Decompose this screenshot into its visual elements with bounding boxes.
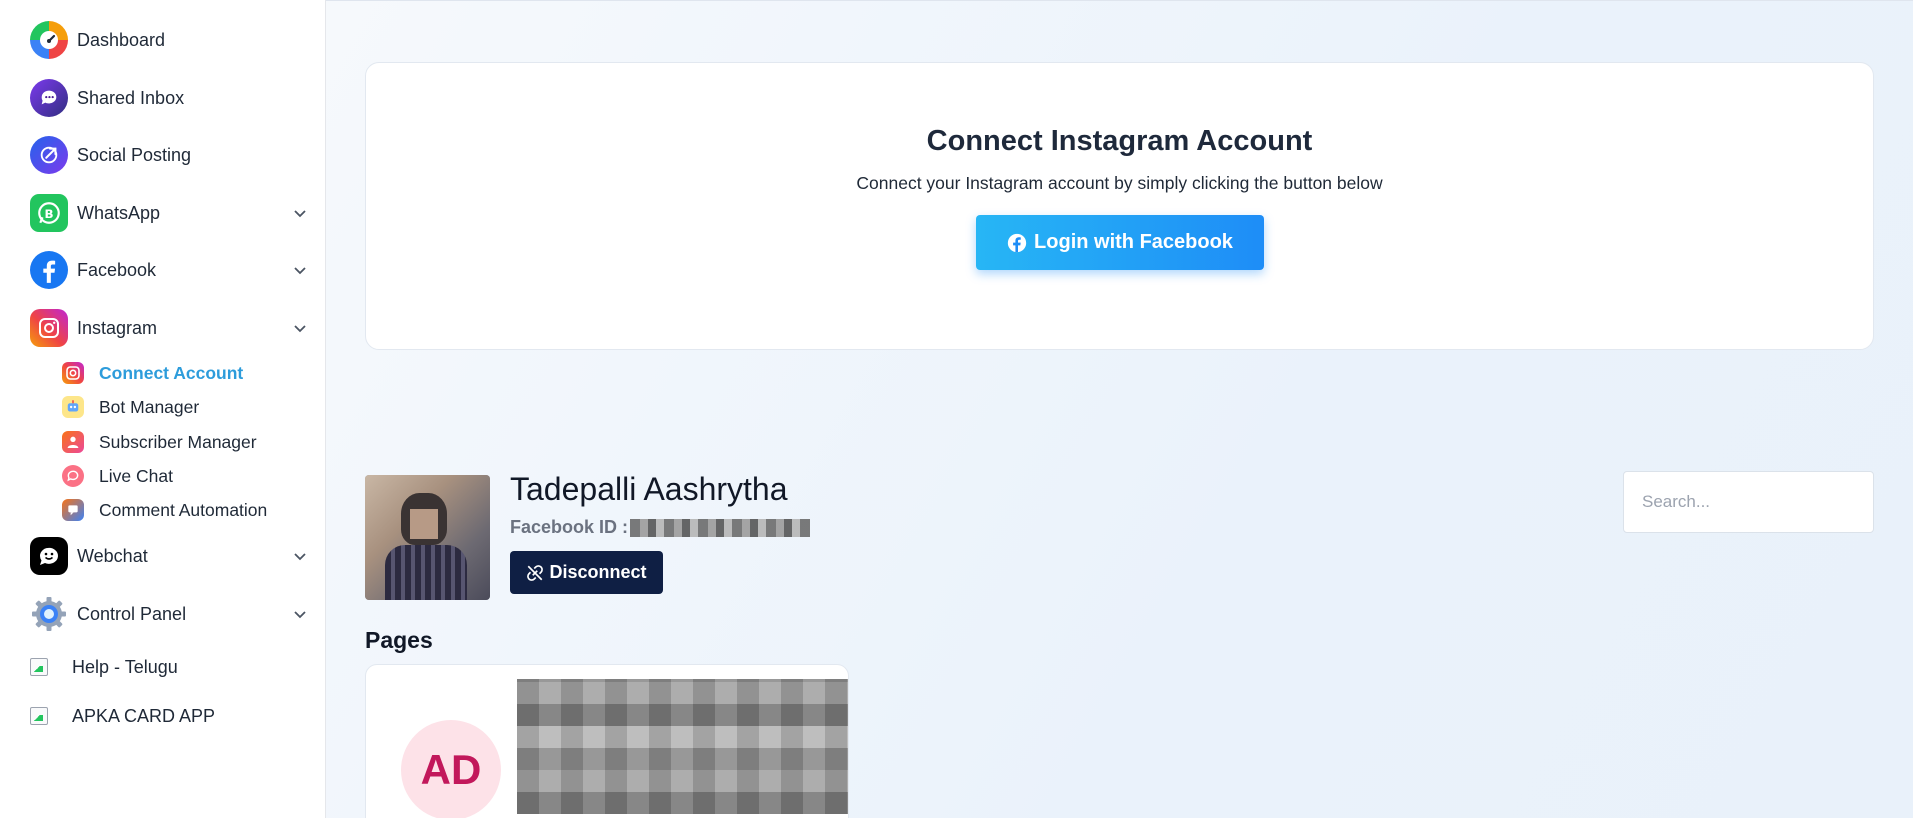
chevron-down-icon[interactable]	[292, 548, 308, 564]
instagram-icon	[30, 309, 68, 347]
sidebar-item-label: Social Posting	[77, 144, 192, 165]
submenu-item-label: Connect Account	[99, 362, 244, 383]
sidebar-item-instagram[interactable]: Instagram	[30, 308, 312, 348]
connect-account-card: Connect Instagram Account Connect your I…	[365, 62, 1874, 350]
sidebar-link-apka-card-app[interactable]: APKA CARD APP	[30, 701, 215, 731]
chevron-down-icon[interactable]	[292, 320, 308, 336]
submenu-item-label: Comment Automation	[99, 499, 268, 520]
sidebar-link-label: Help - Telugu	[72, 656, 178, 677]
sidebar-item-label: WhatsApp	[77, 202, 161, 223]
facebook-icon	[1007, 233, 1027, 253]
login-with-facebook-label: Login with Facebook	[1034, 231, 1233, 253]
facebook-id-redacted	[630, 518, 811, 537]
submenu-item-live-chat[interactable]: Live Chat	[62, 461, 173, 491]
profile-avatar	[365, 475, 490, 600]
whatsapp-icon: B	[30, 194, 68, 232]
connect-title: Connect Instagram Account	[926, 125, 1313, 157]
facebook-id: Facebook ID :	[510, 517, 811, 538]
submenu-item-subscriber-manager[interactable]: Subscriber Manager	[62, 427, 257, 457]
chevron-down-icon[interactable]	[292, 606, 308, 622]
sidebar-item-dashboard[interactable]: Dashboard	[30, 20, 312, 60]
submenu-item-label: Bot Manager	[99, 396, 200, 417]
send-icon	[30, 136, 68, 174]
page-details-redacted	[517, 679, 848, 814]
sidebar-item-webchat[interactable]: Webchat	[30, 536, 312, 576]
sidebar-item-label: Shared Inbox	[77, 87, 185, 108]
chat-bubble-icon	[62, 465, 84, 487]
robot-icon	[62, 396, 84, 418]
sidebar-item-label: Control Panel	[77, 603, 187, 624]
submenu-item-bot-manager[interactable]: Bot Manager	[62, 392, 199, 422]
search-input[interactable]	[1623, 471, 1874, 533]
subscriber-icon	[62, 431, 84, 453]
facebook-icon	[30, 251, 68, 289]
sidebar-item-label: Facebook	[77, 259, 157, 280]
profile-name: Tadepalli Aashrytha	[510, 471, 788, 507]
page-card[interactable]: AD	[365, 664, 849, 818]
chevron-down-icon[interactable]	[292, 205, 308, 221]
sidebar-item-shared-inbox[interactable]: Shared Inbox	[30, 78, 312, 118]
sidebar-item-label: Webchat	[77, 545, 148, 566]
unlink-icon	[526, 564, 544, 582]
chevron-down-icon[interactable]	[292, 262, 308, 278]
submenu-item-comment-automation[interactable]: Comment Automation	[62, 495, 267, 525]
page-avatar: AD	[401, 720, 501, 818]
chat-bubble-icon	[30, 79, 68, 117]
instagram-icon	[62, 362, 84, 384]
sidebar-item-label: Instagram	[77, 317, 158, 338]
pages-heading: Pages	[365, 627, 433, 653]
sidebar: Dashboard Shared Inbox Social Posting B …	[0, 0, 326, 818]
sidebar-link-help-telugu[interactable]: Help - Telugu	[30, 652, 178, 682]
broken-image-icon	[30, 707, 48, 725]
sidebar-link-label: APKA CARD APP	[72, 705, 216, 726]
login-with-facebook-button[interactable]: Login with Facebook	[976, 215, 1264, 270]
main-content: Connect Instagram Account Connect your I…	[326, 0, 1913, 818]
sidebar-item-facebook[interactable]: Facebook	[30, 250, 312, 290]
submenu-item-connect-account[interactable]: Connect Account	[62, 358, 243, 388]
svg-text:B: B	[44, 207, 53, 221]
submenu-item-label: Live Chat	[99, 465, 173, 486]
comment-automation-icon	[62, 499, 84, 521]
sidebar-item-control-panel[interactable]: Control Panel	[30, 594, 312, 634]
connect-subtitle: Connect your Instagram account by simply…	[856, 173, 1383, 193]
sidebar-item-social-posting[interactable]: Social Posting	[30, 135, 312, 175]
speedometer-icon	[30, 21, 68, 59]
disconnect-button[interactable]: Disconnect	[510, 551, 663, 594]
sidebar-item-whatsapp[interactable]: B WhatsApp	[30, 193, 312, 233]
sidebar-item-label: Dashboard	[77, 29, 166, 50]
broken-image-icon	[30, 658, 48, 676]
disconnect-label: Disconnect	[549, 562, 647, 582]
gear-icon	[30, 595, 68, 633]
facebook-id-label: Facebook ID :	[510, 517, 629, 537]
webchat-icon	[30, 537, 68, 575]
submenu-item-label: Subscriber Manager	[99, 431, 257, 452]
